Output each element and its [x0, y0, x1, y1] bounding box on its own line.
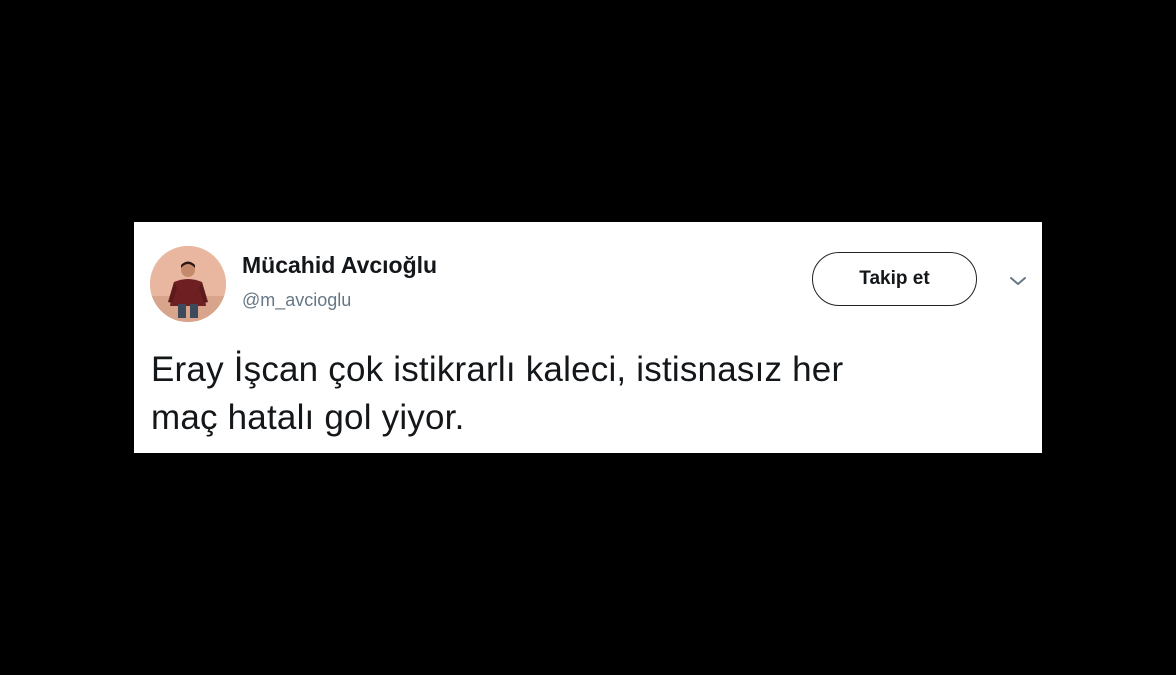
avatar[interactable]: [150, 246, 226, 322]
author-handle[interactable]: @m_avcioglu: [242, 290, 351, 311]
tweet-text-line: maç hatalı gol yiyor.: [151, 398, 465, 437]
tweet-text: Eray İşcan çok istikrarlı kaleci, istisn…: [151, 346, 1011, 442]
chevron-down-icon[interactable]: [1008, 274, 1028, 288]
avatar-photo-icon: [150, 246, 226, 322]
tweet-card: Mücahid Avcıoğlu @m_avcioglu Takip et Er…: [134, 222, 1042, 453]
author-display-name[interactable]: Mücahid Avcıoğlu: [242, 252, 437, 279]
follow-button[interactable]: Takip et: [812, 252, 977, 306]
tweet-text-line: Eray İşcan çok istikrarlı kaleci, istisn…: [151, 350, 844, 389]
